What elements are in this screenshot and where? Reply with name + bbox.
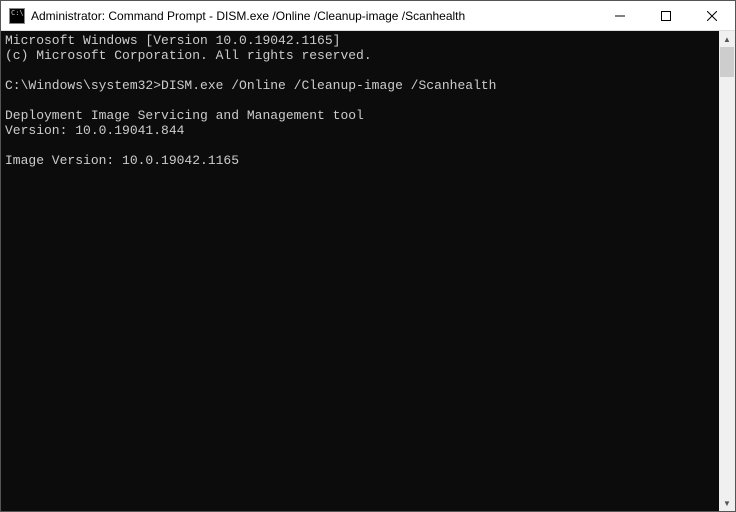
console-line: Microsoft Windows [Version 10.0.19042.11…: [5, 33, 340, 48]
scroll-up-button[interactable]: ▲: [719, 31, 735, 47]
cmd-icon: [9, 8, 25, 24]
minimize-icon: [615, 11, 625, 21]
close-icon: [707, 11, 717, 21]
console-line: (c) Microsoft Corporation. All rights re…: [5, 48, 372, 63]
console-output[interactable]: Microsoft Windows [Version 10.0.19042.11…: [1, 31, 719, 511]
console-area: Microsoft Windows [Version 10.0.19042.11…: [1, 31, 735, 511]
titlebar[interactable]: Administrator: Command Prompt - DISM.exe…: [1, 1, 735, 31]
console-line: Version: 10.0.19041.844: [5, 123, 184, 138]
console-line: Deployment Image Servicing and Managemen…: [5, 108, 364, 123]
window-controls: [597, 1, 735, 30]
scrollbar-thumb[interactable]: [720, 47, 734, 77]
window-title: Administrator: Command Prompt - DISM.exe…: [31, 9, 597, 23]
scroll-down-button[interactable]: ▼: [719, 495, 735, 511]
close-button[interactable]: [689, 1, 735, 30]
maximize-button[interactable]: [643, 1, 689, 30]
maximize-icon: [661, 11, 671, 21]
console-line: Image Version: 10.0.19042.1165: [5, 153, 239, 168]
console-prompt-line: C:\Windows\system32>DISM.exe /Online /Cl…: [5, 78, 496, 93]
command-prompt-window: Administrator: Command Prompt - DISM.exe…: [0, 0, 736, 512]
minimize-button[interactable]: [597, 1, 643, 30]
vertical-scrollbar[interactable]: ▲ ▼: [719, 31, 735, 511]
